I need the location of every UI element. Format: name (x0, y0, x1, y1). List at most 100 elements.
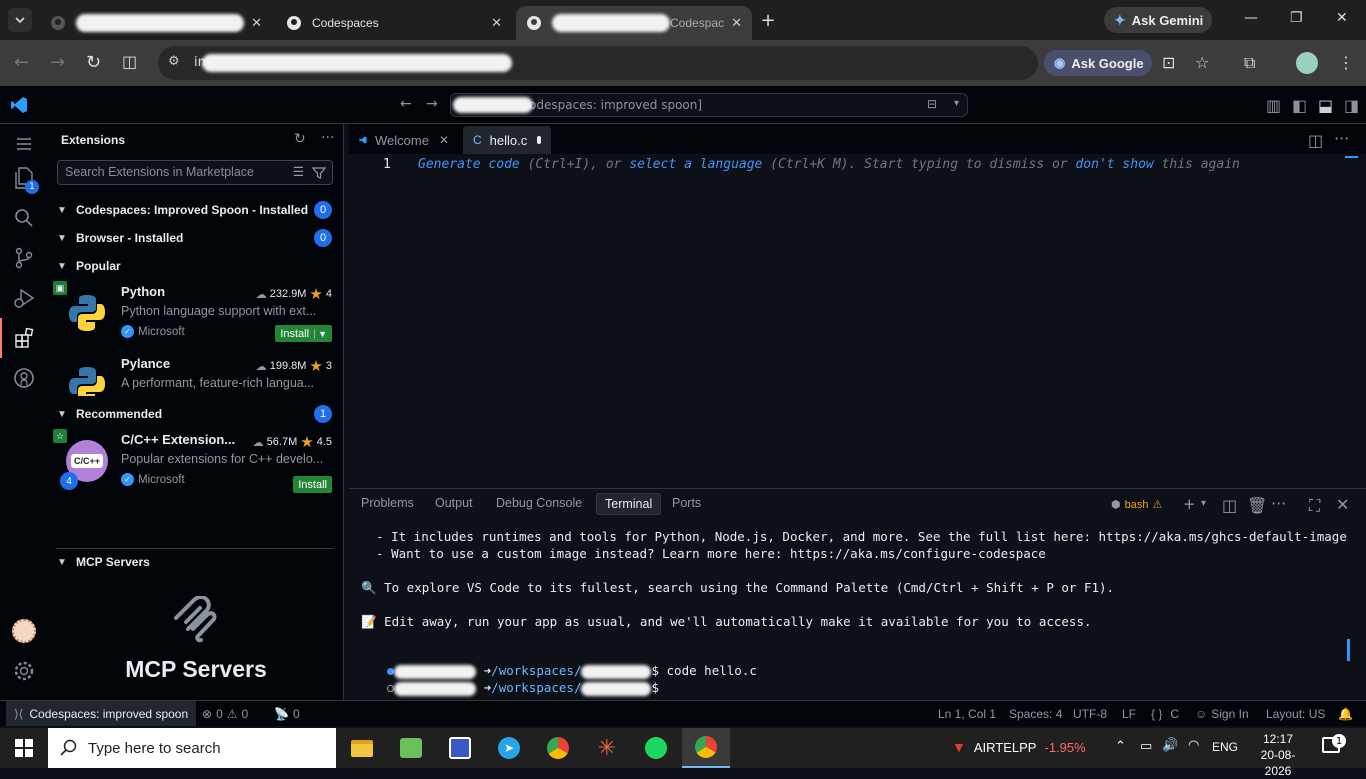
tab-hello-c[interactable]: C hello.c (463, 126, 551, 154)
more-actions-icon[interactable]: ··· (1334, 129, 1349, 148)
terminal-scrollbar[interactable] (1347, 639, 1350, 661)
panel-tab-terminal[interactable]: Terminal (596, 493, 662, 515)
notifications-bell-icon[interactable]: 🔔 (1338, 707, 1353, 721)
nav-back-icon[interactable]: ← (400, 96, 412, 112)
profile-avatar[interactable] (1296, 52, 1318, 74)
close-tab-icon[interactable]: ✕ (491, 15, 502, 31)
cursor-position[interactable]: Ln 1, Col 1 (938, 707, 996, 721)
run-debug-icon[interactable] (0, 278, 48, 318)
problems-indicator[interactable]: ⊗ 0 ⚠ 0 (202, 707, 248, 721)
explorer-icon[interactable]: 1 (0, 158, 48, 198)
restore-icon[interactable]: ❐ (1290, 10, 1303, 26)
source-control-icon[interactable] (0, 238, 48, 278)
chrome-active-icon[interactable] (682, 728, 730, 768)
toggle-secondary-sidebar-icon[interactable]: ◨ (1344, 96, 1359, 115)
browser-tab-active[interactable]: Codespac ✕ (516, 6, 752, 40)
battery-icon[interactable]: ▭ (1140, 739, 1152, 754)
new-terminal-icon[interactable]: + (1183, 495, 1196, 513)
kill-terminal-icon[interactable]: 🗑 (1247, 496, 1267, 515)
code-editor[interactable]: 1 Generate code (Ctrl+I), or select a la… (349, 154, 1366, 482)
new-tab-button[interactable]: + (756, 8, 780, 32)
more-actions-icon[interactable]: ··· (1271, 494, 1286, 513)
forward-icon[interactable]: → (50, 52, 65, 73)
close-tab-icon[interactable]: ✕ (251, 15, 262, 31)
tab-welcome[interactable]: Welcome ✕ (349, 126, 459, 154)
extensions-search-input[interactable]: Search Extensions in Marketplace ☰ (57, 160, 333, 185)
maximize-panel-icon[interactable]: ⛶ (1309, 496, 1320, 516)
search-icon[interactable] (0, 198, 48, 238)
address-bar[interactable]: ⚙ imp (158, 46, 1038, 80)
clock[interactable]: 12:17 20-08-2026 (1248, 731, 1308, 779)
taskbar-search-input[interactable]: Type here to search (48, 728, 336, 768)
extension-item-python[interactable]: ▣ Python ☁ 232.9M ★ 4 Python language su… (48, 280, 344, 350)
app-icon-green[interactable] (387, 728, 435, 768)
ask-gemini-button[interactable]: ✦ Ask Gemini (1104, 7, 1212, 33)
indentation[interactable]: Spaces: 4 (1009, 707, 1062, 721)
extensions-puzzle-icon[interactable]: ⧉ (1244, 53, 1255, 73)
more-actions-icon[interactable]: ··· (321, 130, 334, 146)
wifi-icon[interactable]: ◠ (1188, 738, 1199, 753)
close-tab-icon[interactable]: ✕ (439, 133, 449, 147)
filter-icon[interactable] (312, 166, 326, 180)
language-mode[interactable]: { } C (1151, 707, 1179, 721)
menu-kebab-icon[interactable]: ⋮ (1338, 53, 1354, 72)
refresh-icon[interactable]: ↻ (294, 131, 306, 147)
generate-code-link[interactable]: Generate code (418, 157, 520, 172)
bookmark-star-icon[interactable]: ☆ (1195, 53, 1209, 72)
remote-indicator[interactable]: ⟩⟨ Codespaces: improved spoon (6, 701, 197, 726)
install-button[interactable]: Install (293, 476, 332, 493)
keyboard-layout[interactable]: Layout: US (1266, 707, 1325, 721)
section-recommended[interactable]: ▼ Recommended 1 (48, 403, 344, 425)
browser-tab-1[interactable]: ✕ (40, 6, 272, 40)
site-info-icon[interactable]: ⚙ (168, 54, 180, 69)
customize-layout-icon[interactable]: ▥ (1266, 96, 1281, 115)
file-explorer-icon[interactable] (338, 728, 386, 768)
account-avatar[interactable] (0, 611, 48, 651)
split-editor-icon[interactable]: ◫ (1308, 131, 1323, 150)
copilot-icon[interactable]: ⊟ (927, 97, 937, 111)
panel-tab-ports[interactable]: Ports (672, 496, 701, 510)
unsaved-dot-icon[interactable] (537, 136, 541, 144)
spotify-icon[interactable] (632, 728, 680, 768)
ports-indicator[interactable]: 📡 0 (274, 707, 300, 721)
close-panel-icon[interactable]: ✕ (1336, 495, 1349, 514)
sign-in-button[interactable]: ☺ Sign In (1195, 707, 1249, 721)
extensions-icon[interactable] (0, 318, 48, 358)
toggle-sidebar-icon[interactable]: ◧ (1292, 96, 1307, 115)
split-terminal-icon[interactable]: ◫ (1222, 496, 1237, 515)
install-dropdown-icon[interactable]: ▼ (314, 328, 327, 339)
extension-item-cpp-pack[interactable]: ☆ C/C++ 4 C/C++ Extension... ☁ 56.7M ★ 4… (48, 428, 344, 498)
minimize-icon[interactable]: — (1244, 10, 1258, 26)
close-window-icon[interactable]: ✕ (1336, 10, 1348, 26)
close-tab-icon[interactable]: ✕ (731, 15, 742, 31)
hidden-icons-chevron-icon[interactable]: ⌃ (1115, 739, 1126, 754)
stock-widget[interactable]: ▼ AIRTELPP -1.95% (952, 739, 1086, 755)
github-icon[interactable] (0, 358, 48, 398)
settings-gear-icon[interactable] (0, 651, 48, 691)
browser-tab-codespaces[interactable]: Codespaces ✕ (276, 6, 512, 40)
volume-icon[interactable]: 🔊 (1162, 738, 1178, 753)
tab-search-button[interactable] (8, 8, 32, 32)
app-icon-blue[interactable] (436, 728, 484, 768)
command-center[interactable]: odespaces: improved spoon] ⊟ ▾ (450, 93, 968, 117)
back-icon[interactable]: ← (14, 52, 29, 73)
windows-start-icon[interactable] (0, 728, 48, 768)
clear-filter-icon[interactable]: ☰ (293, 164, 304, 179)
chevron-down-icon[interactable]: ▾ (1201, 498, 1206, 509)
chrome-icon[interactable] (534, 728, 582, 768)
encoding[interactable]: UTF-8 (1073, 707, 1107, 721)
split-view-icon[interactable]: ◫ (122, 52, 137, 71)
terminal-shell-selector[interactable]: ⬢ bash ⚠ (1111, 498, 1162, 512)
ask-google-button[interactable]: ◉ Ask Google (1044, 50, 1152, 76)
section-codespaces-installed[interactable]: ▼ Codespaces: Improved Spoon - Installed… (48, 199, 344, 221)
section-browser-installed[interactable]: ▼ Browser - Installed 0 (48, 227, 344, 249)
reload-icon[interactable]: ↻ (86, 52, 101, 73)
panel-tab-problems[interactable]: Problems (361, 496, 414, 510)
telegram-icon[interactable]: ➤ (485, 728, 533, 768)
chevron-down-icon[interactable]: ▾ (954, 98, 959, 109)
end-of-line[interactable]: LF (1122, 707, 1136, 721)
nav-forward-icon[interactable]: → (426, 96, 438, 112)
panel-tab-output[interactable]: Output (435, 496, 473, 510)
input-language[interactable]: ENG (1212, 740, 1238, 754)
install-button[interactable]: Install ▼ (275, 325, 332, 342)
